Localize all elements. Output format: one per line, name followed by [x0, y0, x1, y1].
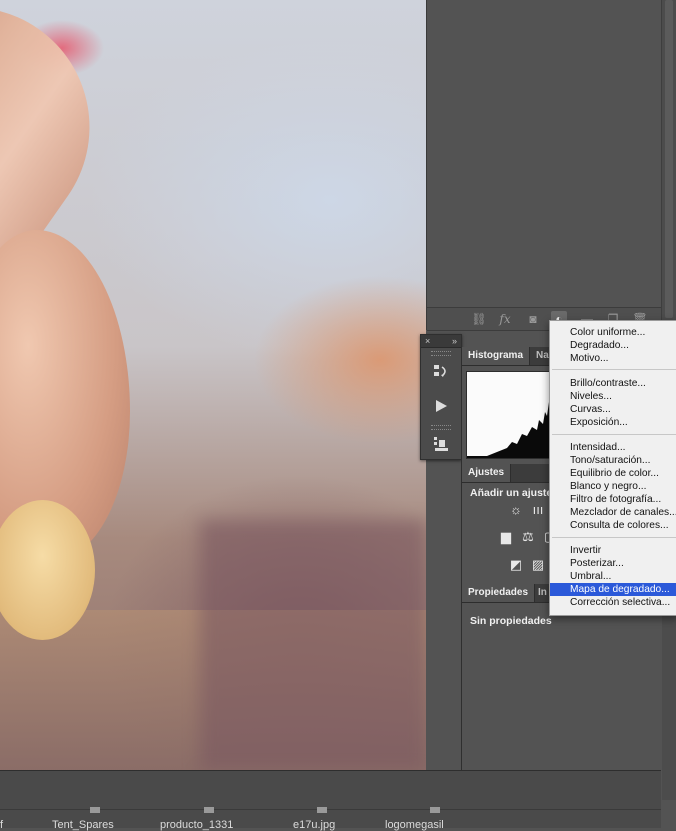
scrollbar-thumb[interactable] [665, 0, 673, 318]
palette-header[interactable]: × » [421, 335, 461, 348]
layers-panel-area [427, 0, 661, 308]
menu-item-curves[interactable]: Curvas... [550, 403, 676, 416]
levels-icon[interactable]: ııı [530, 502, 546, 518]
menu-item-vibrance[interactable]: Intensidad... [550, 441, 676, 454]
link-icon[interactable]: ⛓ [471, 311, 487, 327]
menu-item-exposure[interactable]: Exposición... [550, 416, 676, 429]
thumb-marker[interactable] [204, 807, 214, 813]
file-name[interactable]: logomegasil [385, 819, 444, 831]
palette-grip[interactable] [431, 351, 451, 356]
menu-separator [552, 369, 676, 370]
file-name[interactable]: Tent_Spares [52, 819, 114, 831]
close-icon[interactable]: × [425, 335, 430, 347]
play-icon[interactable] [421, 396, 461, 422]
menu-item-selective-color[interactable]: Corrección selectiva... [550, 596, 676, 609]
tab-properties[interactable]: Propiedades [462, 584, 536, 602]
no-properties-text: Sin propiedades [470, 615, 552, 627]
menu-item-invert[interactable]: Invertir [550, 544, 676, 557]
fx-icon[interactable]: fx [497, 311, 513, 327]
menu-item-gradient-map[interactable]: Mapa de degradado... [550, 583, 676, 596]
file-name[interactable]: producto_1331 [160, 819, 233, 831]
menu-item-photo-filter[interactable]: Filtro de fotografía... [550, 493, 676, 506]
menu-item-threshold[interactable]: Umbral... [550, 570, 676, 583]
black-white-icon[interactable]: ▆ [498, 529, 514, 545]
menu-item-hue-saturation[interactable]: Tono/saturación... [550, 454, 676, 467]
thumb-marker[interactable] [90, 807, 100, 813]
palette-grip-2[interactable] [431, 425, 451, 430]
menu-separator [552, 537, 676, 538]
adjustment-layer-menu: Color uniforme... Degradado... Motivo...… [549, 320, 676, 616]
thumb-marker[interactable] [430, 807, 440, 813]
invert-icon[interactable]: ◩ [508, 557, 524, 573]
photo-blur [200, 520, 426, 770]
adjustments-title: Añadir un ajuste [470, 487, 553, 499]
menu-item-pattern[interactable]: Motivo... [550, 352, 676, 365]
menu-item-solid-color[interactable]: Color uniforme... [550, 326, 676, 339]
color-balance-icon[interactable]: ⚖ [520, 529, 536, 545]
menu-item-posterize[interactable]: Posterizar... [550, 557, 676, 570]
clone-source-icon[interactable] [421, 433, 461, 459]
floating-tool-palette: × » [420, 334, 462, 460]
file-name[interactable]: e17u.jpg [293, 819, 335, 831]
document-canvas[interactable] [0, 0, 426, 770]
file-name[interactable]: f [0, 819, 3, 831]
tab-histogram[interactable]: Histograma [462, 347, 531, 365]
mask-icon[interactable]: ◙ [525, 311, 541, 327]
menu-item-color-lookup[interactable]: Consulta de colores... [550, 519, 676, 532]
menu-item-color-balance[interactable]: Equilibrio de color... [550, 467, 676, 480]
thumb-marker[interactable] [317, 807, 327, 813]
menu-item-gradient[interactable]: Degradado... [550, 339, 676, 352]
collapse-icon[interactable]: » [452, 335, 457, 347]
tab-adjustments[interactable]: Ajustes [462, 464, 512, 482]
file-browser-strip: f Tent_Spares producto_1331 e17u.jpg log… [0, 770, 661, 831]
menu-item-levels[interactable]: Niveles... [550, 390, 676, 403]
menu-item-channel-mixer[interactable]: Mezclador de canales... [550, 506, 676, 519]
gradient-map-icon[interactable]: ▨ [530, 557, 546, 573]
brightness-icon[interactable]: ☼ [508, 502, 524, 518]
menu-separator [552, 434, 676, 435]
history-icon[interactable] [421, 359, 461, 385]
menu-item-brightness-contrast[interactable]: Brillo/contraste... [550, 377, 676, 390]
menu-item-black-white[interactable]: Blanco y negro... [550, 480, 676, 493]
